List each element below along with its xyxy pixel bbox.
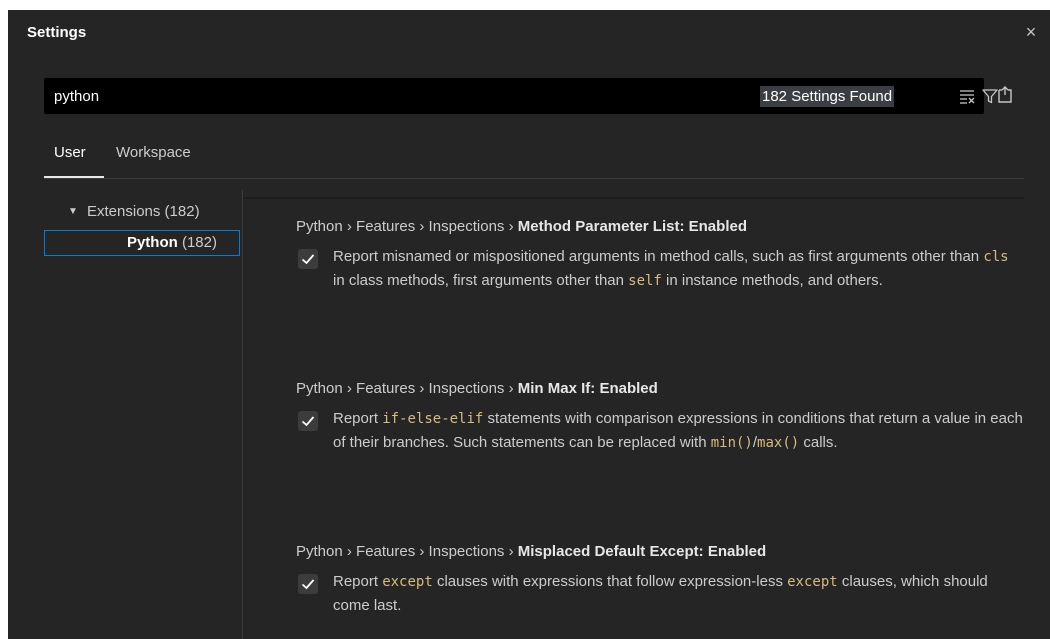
setting-value-label: Enabled (599, 380, 658, 397)
tab-user[interactable]: User (54, 144, 86, 161)
inline-code: max() (757, 435, 800, 451)
setting-description: Report if-else-elif statements with comp… (333, 407, 1023, 455)
results-count-badge: 182 Settings Found (760, 86, 895, 107)
description-text: clauses with expressions that follow exp… (432, 573, 788, 590)
active-tab-indicator (44, 176, 104, 178)
toc-item-python[interactable]: Python (182) (44, 230, 240, 256)
toc-item-count: (182) (181, 234, 217, 251)
setting-title: Python › Features › Inspections › Mispla… (296, 543, 766, 560)
setting-name: Method Parameter List: (517, 218, 689, 235)
toc-item-label: Python (182) (127, 234, 217, 251)
toc-item-name: Python (126, 234, 178, 251)
check-icon (301, 416, 315, 427)
check-icon (301, 254, 315, 265)
setting-value-label: Enabled (688, 218, 747, 235)
inline-code: except (787, 574, 838, 590)
setting-name: Min Max If: (517, 380, 600, 397)
description-text: Report misnamed or mispositioned argumen… (333, 248, 984, 265)
settings-search-bar: 182 Settings Found (44, 78, 998, 114)
setting-description: Report misnamed or mispositioned argumen… (333, 245, 1023, 293)
tab-workspace[interactable]: Workspace (116, 144, 191, 161)
toc-divider[interactable] (242, 190, 243, 639)
description-text: in instance methods, and others. (661, 272, 883, 289)
settings-window: Settings × 182 Settings Found (8, 10, 1050, 639)
description-text: in class methods, first arguments other … (333, 272, 629, 289)
settings-titlebar: Settings × (8, 10, 1050, 56)
description-text: calls. (799, 434, 838, 451)
setting-description: Report except clauses with expressions t… (333, 570, 1023, 617)
inline-code: cls (983, 249, 1009, 265)
check-icon (301, 579, 315, 590)
setting-title: Python › Features › Inspections › Min Ma… (296, 380, 658, 397)
inline-code: if-else-elif (382, 411, 484, 427)
setting-category: Python › Features › Inspections › (296, 543, 518, 560)
setting-title: Python › Features › Inspections › Method… (296, 218, 747, 235)
description-text: Report (333, 573, 383, 590)
setting-category: Python › Features › Inspections › (296, 218, 518, 235)
inline-code: self (628, 273, 662, 289)
toc-group-extensions[interactable]: ▼ Extensions (182) (44, 202, 240, 224)
description-text: Report (333, 410, 383, 427)
setting-checkbox[interactable] (298, 411, 318, 431)
chevron-down-icon: ▼ (68, 206, 78, 217)
settings-list-border (243, 197, 1024, 199)
setting-checkbox[interactable] (298, 249, 318, 269)
search-input[interactable] (54, 84, 654, 108)
open-settings-json-icon[interactable] (994, 84, 1016, 106)
settings-scope-tabs: User Workspace (44, 142, 1024, 179)
setting-checkbox[interactable] (298, 574, 318, 594)
setting-name: Misplaced Default Except: (517, 543, 708, 560)
inline-code: min() (710, 435, 753, 451)
inline-code: except (382, 574, 433, 590)
clear-filter-icon[interactable] (958, 87, 976, 105)
close-icon[interactable]: × (1020, 21, 1042, 43)
setting-value-label: Enabled (707, 543, 767, 560)
window-title: Settings (27, 24, 87, 41)
setting-category: Python › Features › Inspections › (296, 380, 518, 397)
toc-group-label: Extensions (182) (87, 203, 200, 220)
